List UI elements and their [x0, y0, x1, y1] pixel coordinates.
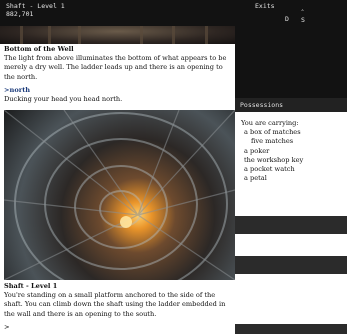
exits-compass: ⌃ D S	[283, 9, 313, 25]
inventory-item: a box of matches	[244, 128, 301, 137]
inventory-item: a petal	[244, 174, 267, 183]
possessions-header: Possessions	[235, 98, 347, 112]
up-arrow-icon: ⌃	[301, 9, 305, 15]
inventory-item: a pocket watch	[244, 165, 295, 174]
inventory-item: five matches	[251, 137, 294, 146]
command-response: Ducking your head you head north.	[4, 95, 123, 104]
inventory-list: You are carrying: a box of matches five …	[241, 119, 345, 183]
well-image	[0, 26, 235, 44]
exits-label: Exits	[255, 2, 275, 10]
inventory-item: a poker	[244, 146, 270, 155]
location-name: Shaft - Level 1	[6, 2, 65, 10]
room-description: The light from above illuminates the bot…	[4, 54, 227, 81]
room-heading: Bottom of the Well	[4, 45, 74, 53]
exit-down[interactable]: D	[285, 15, 289, 23]
sidebar: Possessions You are carrying: a box of m…	[235, 26, 347, 334]
story-pane: Bottom of the Well The light from above …	[0, 26, 235, 334]
shaft-passage: Shaft - Level 1 You're standing on a sma…	[4, 282, 232, 319]
room-heading: Shaft - Level 1	[4, 282, 58, 290]
sidebar-footer	[235, 324, 347, 334]
room-description: You're standing on a small platform anch…	[4, 291, 226, 318]
sidebar-divider	[235, 216, 347, 234]
status-bar: Shaft - Level 1 882,701 Exits ⌃ D S	[0, 0, 347, 26]
inventory-item: the workshop key	[244, 155, 304, 164]
sidebar-divider	[235, 256, 347, 274]
command-input[interactable]: >	[4, 323, 10, 331]
bottom-well-passage: Bottom of the Well The light from above …	[4, 45, 232, 104]
exit-south[interactable]: S	[301, 16, 305, 24]
player-command: >north	[4, 85, 31, 94]
score-value: 882,701	[6, 10, 34, 18]
shaft-image	[4, 110, 235, 280]
inventory-heading: You are carrying:	[241, 119, 299, 127]
sidebar-panel	[235, 26, 347, 98]
